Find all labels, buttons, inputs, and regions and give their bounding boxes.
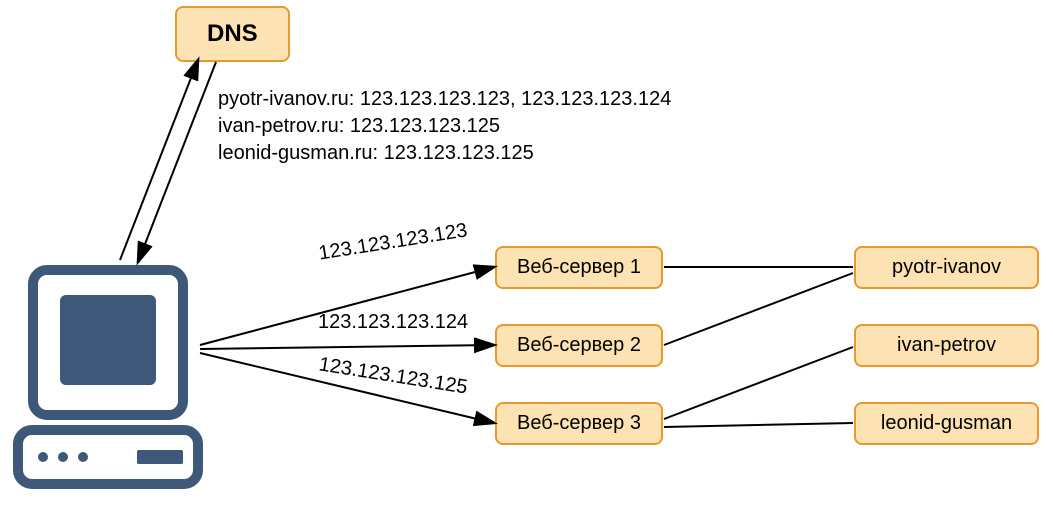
computer-icon [5,260,205,500]
webserver-3: Веб-сервер 3 [495,402,663,445]
server-label: Веб-сервер 2 [517,334,641,357]
site-label: pyotr-ivanov [892,256,1001,279]
edge-ip-3: 123.123.123.125 [317,353,469,399]
dns-node: DNS [175,6,290,62]
site-ivan-petrov: ivan-petrov [854,324,1039,367]
site-label: leonid-gusman [881,412,1012,435]
site-label: ivan-petrov [897,334,996,357]
webserver-2: Веб-сервер 2 [495,324,663,367]
dns-record: leonid-gusman.ru: 123.123.123.125 [218,142,671,165]
edge-ip-2: 123.123.123.124 [318,311,468,334]
site-pyotr-ivanov: pyotr-ivanov [854,246,1039,289]
server-label: Веб-сервер 1 [517,256,641,279]
dns-record: pyotr-ivanov.ru: 123.123.123.123, 123.12… [218,88,671,111]
webserver-1: Веб-сервер 1 [495,246,663,289]
dns-record: ivan-petrov.ru: 123.123.123.125 [218,115,671,138]
server-label: Веб-сервер 3 [517,412,641,435]
site-leonid-gusman: leonid-gusman [854,402,1039,445]
dns-label: DNS [207,20,258,48]
dns-records: pyotr-ivanov.ru: 123.123.123.123, 123.12… [218,88,671,169]
edge-ip-1: 123.123.123.123 [317,219,469,265]
